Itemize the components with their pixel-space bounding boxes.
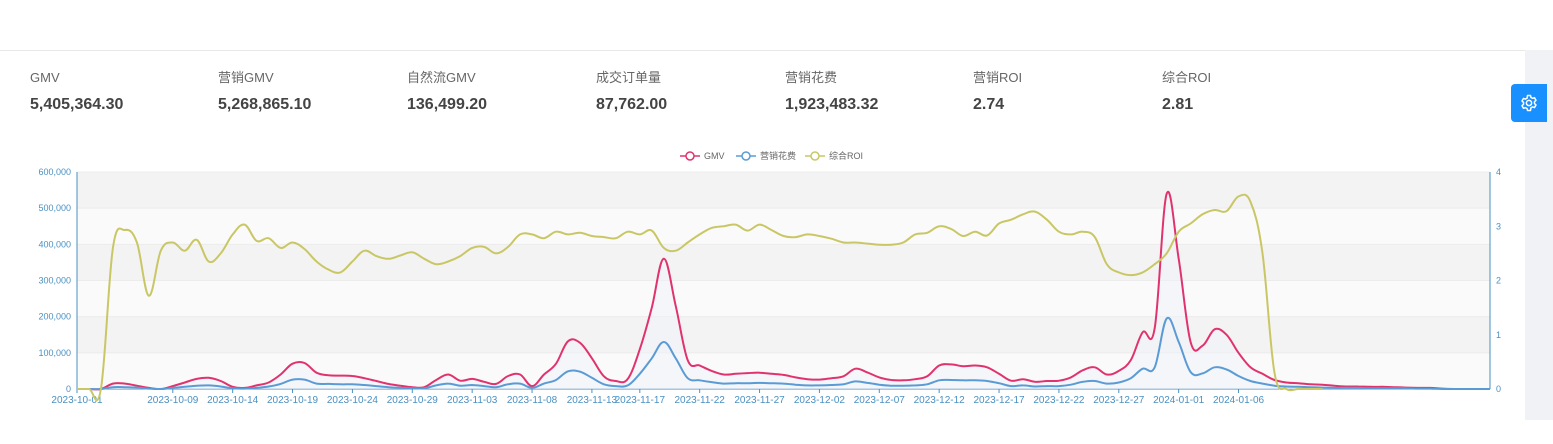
x-tick-label: 2023-12-12 <box>914 395 966 406</box>
x-tick-label: 2023-11-03 <box>447 395 498 406</box>
metric-label: 综合ROI <box>1162 70 1212 85</box>
grid-band <box>77 280 1490 317</box>
x-tick-label: 2023-10-09 <box>147 395 199 406</box>
grid-band <box>77 208 1490 245</box>
grid-band <box>77 172 1490 209</box>
metric-marketing-spend: 营销花费 1,923,483.32 <box>785 70 878 115</box>
metric-order-count: 成交订单量 87,762.00 <box>596 70 667 115</box>
legend-symbol-marker <box>810 151 820 161</box>
metric-value: 2.81 <box>1162 96 1194 113</box>
legend-symbol-marker <box>741 151 751 161</box>
metric-gmv: GMV 5,405,364.30 <box>30 70 123 115</box>
trend-line-chart: 0 100,000 200,000 300,000 400,000 500,000 600,… <box>38 150 1501 406</box>
x-tick-label: 2023-11-22 <box>674 395 725 406</box>
y-tick-label-left: 400,000 <box>38 239 71 249</box>
legend-symbol-marker <box>685 151 695 161</box>
x-tick-label: 2023-12-27 <box>1093 395 1145 406</box>
metric-label: 自然流GMV <box>407 70 476 85</box>
y-tick-label-left: 100,000 <box>38 348 71 358</box>
x-tick-label: 2023-12-07 <box>854 395 906 406</box>
y-tick-label-right: 0 <box>1496 384 1501 394</box>
metric-label: 营销GMV <box>218 70 274 85</box>
x-tick-label: 2023-11-27 <box>734 395 785 406</box>
metric-value: 2.74 <box>973 96 1005 113</box>
metric-value: 5,405,364.30 <box>30 96 124 113</box>
x-tick-label: 2023-12-22 <box>1033 395 1085 406</box>
y-tick-label-right: 2 <box>1496 276 1501 286</box>
y-tick-label-right: 4 <box>1496 167 1501 177</box>
gear-icon <box>1521 94 1537 112</box>
x-tick-label: 2023-11-13 <box>567 395 618 406</box>
grid-band <box>77 244 1490 281</box>
metric-value: 136,499.20 <box>407 96 488 113</box>
x-tick-label: 2023-10-24 <box>327 395 379 406</box>
metric-label: 营销ROI <box>973 70 1023 85</box>
metric-value: 1,923,483.32 <box>785 96 879 113</box>
grid-band <box>77 316 1490 353</box>
metric-label: 成交订单量 <box>596 70 662 85</box>
metric-value: 87,762.00 <box>596 96 668 113</box>
metric-label: 营销花费 <box>785 70 838 85</box>
legend-label: 综合ROI <box>829 150 863 161</box>
top-divider <box>0 50 1525 51</box>
x-tick-label: 2024-01-01 <box>1153 395 1205 406</box>
x-tick-label: 2023-10-19 <box>267 395 319 406</box>
y-tick-label-left: 0 <box>66 384 71 394</box>
x-tick-label: 2024-01-06 <box>1213 395 1265 406</box>
legend-label: GMV <box>704 151 725 161</box>
x-tick-label: 2023-10-01 <box>51 395 103 406</box>
y-tick-label-right: 1 <box>1496 330 1501 340</box>
y-tick-label-left: 300,000 <box>38 276 71 286</box>
x-tick-label: 2023-12-02 <box>794 395 846 406</box>
metric-value: 5,268,865.10 <box>218 96 312 113</box>
y-tick-label-left: 600,000 <box>38 167 71 177</box>
metric-marketing-gmv: 营销GMV 5,268,865.10 <box>218 70 311 115</box>
x-tick-label: 2023-10-29 <box>387 395 439 406</box>
settings-button[interactable] <box>1511 84 1547 122</box>
metric-natural-gmv: 自然流GMV 136,499.20 <box>407 70 487 115</box>
x-tick-label: 2023-12-17 <box>973 395 1025 406</box>
y-tick-label-left: 500,000 <box>38 203 71 213</box>
x-tick-label: 2023-11-17 <box>615 395 666 406</box>
y-tick-label-right: 3 <box>1496 221 1501 231</box>
x-tick-label: 2023-11-08 <box>507 395 558 406</box>
legend-label: 营销花费 <box>760 150 796 161</box>
metric-marketing-roi: 营销ROI 2.74 <box>973 70 1022 115</box>
x-tick-label: 2023-10-14 <box>207 395 259 406</box>
y-tick-label-left: 200,000 <box>38 312 71 322</box>
metric-label: GMV <box>30 70 60 85</box>
metric-overall-roi: 综合ROI 2.81 <box>1162 70 1211 115</box>
